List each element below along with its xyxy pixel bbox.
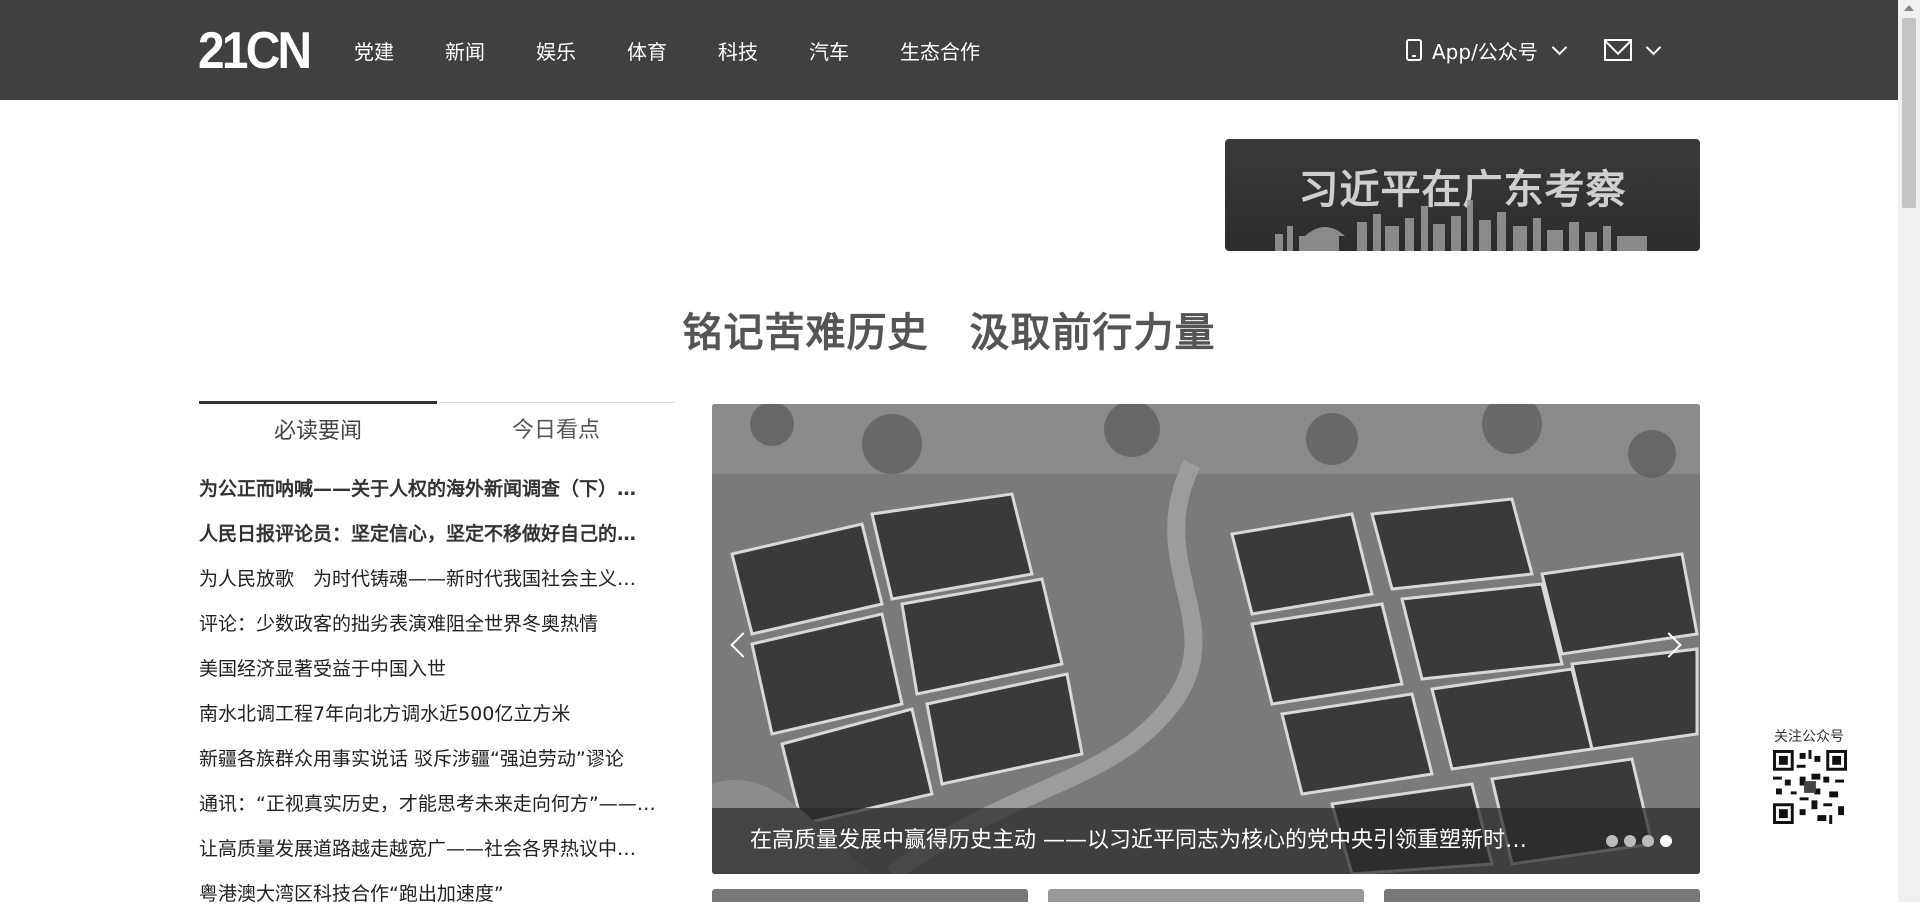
thumbnail-card[interactable] — [712, 889, 1028, 902]
carousel-dot[interactable] — [1660, 835, 1672, 847]
carousel-next-button[interactable] — [1656, 624, 1688, 664]
nav-item-ecosystem[interactable]: 生态合作 — [900, 36, 980, 65]
thumbnail-card[interactable] — [1384, 889, 1700, 902]
news-list-item[interactable]: 让高质量发展道路越走越宽广——社会各界热议中… — [199, 827, 675, 872]
nav-item-party[interactable]: 党建 — [354, 36, 394, 65]
promo-banner[interactable]: 习近平在广东考察 — [1225, 139, 1700, 251]
thumbnail-card[interactable] — [1048, 889, 1364, 902]
nav-item-news[interactable]: 新闻 — [445, 36, 485, 65]
image-carousel[interactable]: 在高质量发展中赢得历史主动 ——以习近平同志为核心的党中央引领重塑新时… — [712, 404, 1700, 874]
mail-dropdown[interactable] — [1604, 0, 1662, 100]
nav-item-sports[interactable]: 体育 — [627, 36, 667, 65]
nav-item-auto[interactable]: 汽车 — [809, 36, 849, 65]
qr-code-image[interactable] — [1772, 750, 1847, 824]
carousel-dot[interactable] — [1606, 835, 1618, 847]
news-list-item[interactable]: 通讯：“正视真实历史，才能思考未来走向何方”——… — [199, 782, 675, 827]
news-list-item[interactable]: 新疆各族群众用事实说话 驳斥涉疆“强迫劳动”谬论 — [199, 737, 675, 782]
carousel-caption[interactable]: 在高质量发展中赢得历史主动 ——以习近平同志为核心的党中央引领重塑新时… — [750, 808, 1550, 874]
chevron-right-icon — [1656, 632, 1682, 658]
mail-icon — [1604, 39, 1632, 61]
news-list-item[interactable]: 评论：少数政客的拙劣表演难阻全世界冬奥热情 — [199, 602, 675, 647]
vertical-scrollbar[interactable] — [1898, 0, 1920, 902]
news-list-item[interactable]: 为公正而呐喊——关于人权的海外新闻调查（下）… — [199, 467, 675, 512]
scrollbar-thumb[interactable] — [1902, 18, 1916, 208]
scroll-up-icon[interactable] — [1904, 5, 1914, 11]
app-label: App/公众号 — [1432, 39, 1538, 64]
nav-item-tech[interactable]: 科技 — [718, 36, 758, 65]
phone-icon — [1406, 39, 1422, 61]
news-list-item[interactable]: 人民日报评论员：坚定信心，坚定不移做好自己的… — [199, 512, 675, 557]
carousel-dots — [1600, 835, 1672, 847]
carousel-dot[interactable] — [1624, 835, 1636, 847]
chevron-left-icon — [730, 632, 756, 658]
news-list-item[interactable]: 粤港澳大湾区科技合作“跑出加速度” — [199, 872, 675, 917]
follow-label: 关注公众号 — [1774, 729, 1844, 745]
chevron-down-icon — [1551, 39, 1568, 55]
tab-must-read[interactable]: 必读要闻 — [199, 401, 437, 456]
news-tabs: 必读要闻 今日看点 — [199, 401, 675, 456]
city-skyline-graphic — [1275, 200, 1647, 251]
carousel-caption-bar: 在高质量发展中赢得历史主动 ——以习近平同志为核心的党中央引领重塑新时… — [712, 808, 1700, 874]
follow-wechat: 关注公众号 — [1771, 726, 1847, 828]
top-navbar: 21CN 党建 新闻 娱乐 体育 科技 汽车 生态合作 App/公众号 — [0, 0, 1898, 100]
carousel-dot[interactable] — [1642, 835, 1654, 847]
news-list-item[interactable]: 为人民放歌 为时代铸魂——新时代我国社会主义… — [199, 557, 675, 602]
main-nav: 党建 新闻 娱乐 体育 科技 汽车 生态合作 — [354, 0, 1031, 100]
news-list-item[interactable]: 南水北调工程7年向北方调水近500亿立方米 — [199, 692, 675, 737]
site-logo[interactable]: 21CN — [198, 25, 312, 77]
carousel-prev-button[interactable] — [724, 624, 756, 664]
news-list-item[interactable]: 美国经济显著受益于中国入世 — [199, 647, 675, 692]
nav-item-entertainment[interactable]: 娱乐 — [536, 36, 576, 65]
news-list: 为公正而呐喊——关于人权的海外新闻调查（下）… 人民日报评论员：坚定信心，坚定不移… — [199, 467, 675, 917]
chevron-down-icon — [1645, 39, 1662, 55]
tab-today-highlights[interactable]: 今日看点 — [437, 403, 675, 455]
page-headline[interactable]: 铭记苦难历史 汲取前行力量 — [0, 300, 1898, 358]
app-dropdown[interactable]: App/公众号 — [1406, 0, 1568, 100]
aerial-fishponds-photo — [712, 404, 1700, 874]
